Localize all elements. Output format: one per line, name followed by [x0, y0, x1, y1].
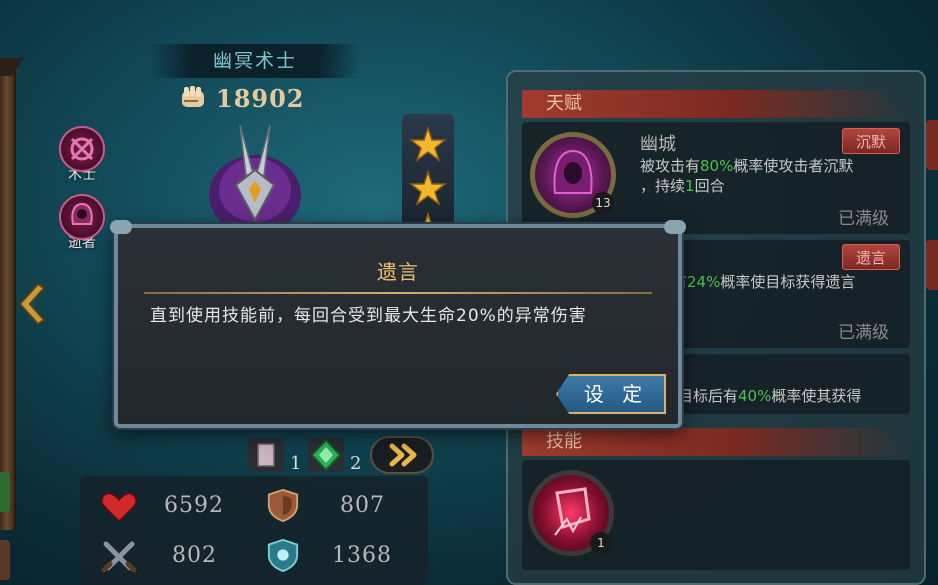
talent-header-label: 天赋: [522, 90, 910, 118]
undead-class-icon: [59, 194, 105, 240]
confirm-button[interactable]: 设 定: [556, 374, 666, 414]
fast-forward-button[interactable]: [370, 436, 434, 474]
talent-row-1[interactable]: 13 幽城 被攻击有80%概率使攻击者沉默 ，持续1回合 沉默 已满级: [522, 122, 910, 234]
fist-icon: [182, 86, 204, 107]
item-count: 1: [290, 453, 302, 474]
scroll-icon: [248, 438, 284, 472]
dialog-body-text: 直到使用技能前，每回合受到最大生命20%的异常伤害: [150, 306, 587, 326]
skill-level-badge: 1: [590, 532, 612, 554]
warlock-class-icon: [59, 126, 105, 172]
double-chevron-right-icon: [389, 443, 417, 467]
shield-icon: [267, 488, 299, 522]
hero-name: 幽冥术士: [150, 44, 360, 78]
talent-level-badge: 13: [592, 192, 614, 214]
right-tab-1[interactable]: [926, 120, 938, 170]
dialog-divider: [144, 292, 652, 294]
right-tab-2[interactable]: [926, 240, 938, 290]
dialog-title: 遗言: [377, 260, 419, 284]
skill-header-label: 技能: [522, 428, 910, 456]
attack-value: 802: [172, 543, 217, 568]
last-words-dialog: 遗言 直到使用技能前，每回合受到最大生命20%的异常伤害 设 定: [110, 220, 686, 428]
status-tag-last-words: 遗言: [842, 244, 900, 270]
dialog-corner-ornament: [110, 220, 132, 234]
hp-value: 6592: [164, 493, 224, 518]
class-warlock[interactable]: 术士: [56, 126, 108, 184]
left-frame-cap: [0, 58, 24, 76]
talent-description: 目标后有40%概率使其获得: [678, 387, 862, 405]
side-tab-green[interactable]: [0, 472, 10, 512]
star-icon: [408, 169, 448, 206]
left-frame-pillar: [0, 60, 16, 530]
dialog-corner-ornament: [664, 220, 686, 234]
hero-portrait: [209, 124, 301, 230]
hero-power: 18902: [178, 83, 305, 113]
item-slot-scroll[interactable]: 1: [246, 436, 301, 474]
item-slot-gem[interactable]: 2: [306, 436, 361, 474]
status-tag-silence: 沉默: [842, 128, 900, 154]
magic-defense-value: 1368: [332, 543, 392, 568]
talent-section-header: 天赋: [522, 90, 910, 118]
class-undead[interactable]: 逝者: [56, 194, 108, 252]
talent-max-label: 已满级: [838, 323, 889, 343]
talent-max-label: 已满级: [838, 209, 889, 229]
talent-name: 幽城: [640, 134, 676, 155]
talent-description: 有24%概率使目标获得遗言: [672, 273, 856, 291]
green-gem-icon: [308, 438, 344, 472]
star-rating: [402, 114, 454, 248]
talent-description: 被攻击有80%概率使攻击者沉默 ，持续1回合: [640, 157, 854, 195]
side-tab-brown[interactable]: [0, 540, 10, 580]
previous-hero-arrow-icon[interactable]: [16, 282, 46, 326]
skill-row[interactable]: 1: [522, 460, 910, 570]
defense-value: 807: [340, 493, 385, 518]
crossed-swords-icon: [101, 541, 137, 573]
magic-shield-icon: [267, 538, 299, 572]
power-value: 18902: [216, 83, 305, 113]
star-icon: [408, 125, 448, 162]
item-count: 2: [350, 453, 362, 474]
heart-icon: [101, 492, 137, 523]
skill-section-header: 技能: [522, 428, 910, 456]
